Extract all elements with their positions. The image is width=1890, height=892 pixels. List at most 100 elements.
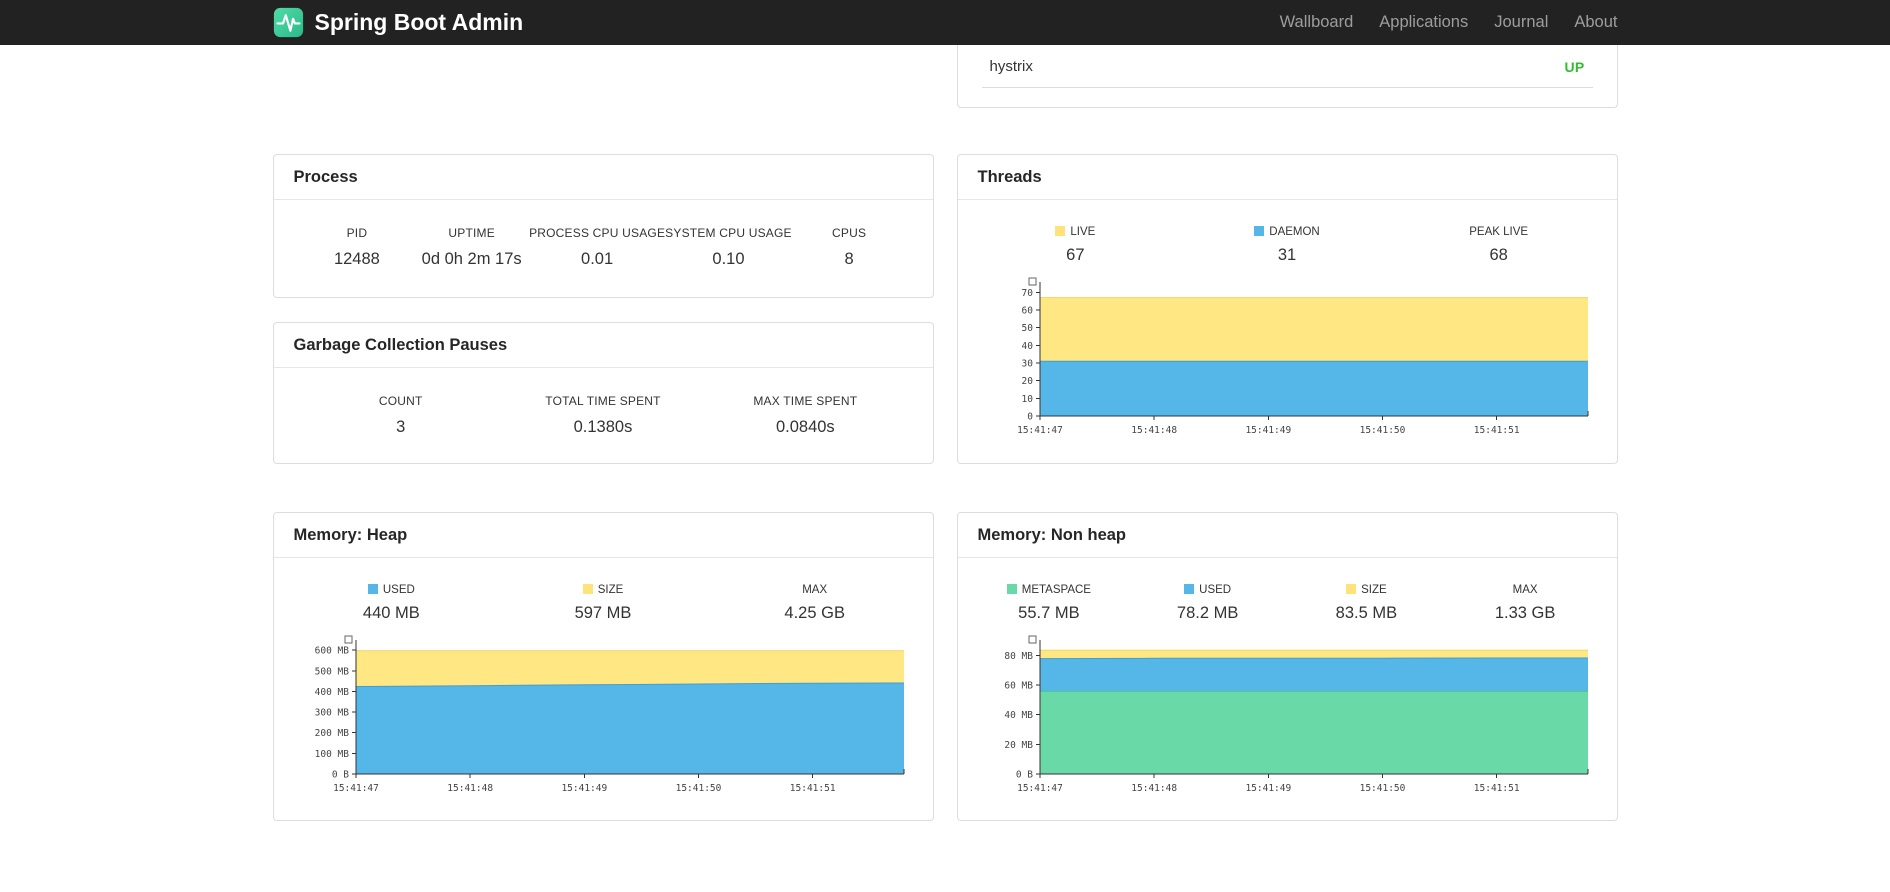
legend-label-text: MAX: [802, 584, 828, 596]
svg-text:20 MB: 20 MB: [1004, 740, 1033, 751]
legend-label-text: USED: [1199, 584, 1232, 596]
threads-chart: 0 10 20 30 40 50 60 70 15:41:47 15:41:48 15:41:49 1…: [958, 271, 1617, 450]
threads-panel-title: Threads: [957, 155, 1617, 200]
size-swatch-icon: [1346, 584, 1357, 594]
legend-item-max: MAX 1.33 GB: [1446, 584, 1605, 623]
svg-text:0: 0: [1027, 412, 1033, 423]
svg-text:20: 20: [1021, 376, 1033, 387]
right-column: hystrix UP Threads LIVE 67 DAEMON 31 PEA…: [956, 45, 1618, 821]
process-panel: Process PID 12488 UPTIME 0d 0h 2m 17s PR…: [272, 154, 934, 298]
legend-label-text: MAX: [1512, 584, 1538, 596]
application-name: hystrix: [989, 58, 1033, 75]
legend-item-live: LIVE 67: [970, 226, 1182, 265]
legend-item-daemon: DAEMON 31: [1181, 226, 1393, 265]
used-swatch-icon: [1184, 584, 1195, 594]
metric-gc-count: COUNT 3: [378, 394, 423, 436]
metric-cpus: CPUS 8: [832, 226, 867, 268]
legend-value: 597 MB: [574, 604, 632, 622]
svg-text:15:41:48: 15:41:48: [1131, 783, 1177, 794]
svg-text:15:41:51: 15:41:51: [1473, 425, 1519, 436]
legend-item-size: SIZE 83.5 MB: [1287, 584, 1446, 623]
legend-label-text: USED: [382, 584, 415, 596]
svg-text:15:41:48: 15:41:48: [447, 783, 493, 794]
heap-panel-title: Memory: Heap: [273, 513, 933, 558]
svg-text:15:41:50: 15:41:50: [675, 783, 721, 794]
metric-gc-total-time: TOTAL TIME SPENT 0.1380s: [545, 394, 661, 436]
legend-label-text: METASPACE: [1021, 584, 1091, 596]
process-metrics: PID 12488 UPTIME 0d 0h 2m 17s PROCESS CP…: [274, 200, 933, 269]
application-status-panel: hystrix UP: [956, 45, 1618, 108]
svg-text:15:41:48: 15:41:48: [1131, 425, 1177, 436]
nav-item-applications[interactable]: Applications: [1366, 13, 1481, 32]
threads-legend: LIVE 67 DAEMON 31 PEAK LIVE 68: [958, 200, 1617, 271]
metric-system-cpu-usage: SYSTEM CPU USAGE 0.10: [665, 226, 792, 268]
legend-item-used: USED 78.2 MB: [1128, 584, 1287, 623]
svg-text:15:41:47: 15:41:47: [1017, 783, 1063, 794]
metric-process-cpu-usage: PROCESS CPU USAGE 0.01: [529, 226, 666, 268]
memory-heap-panel: Memory: Heap USED 440 MB SIZE 597 MB MAX…: [272, 512, 934, 821]
legend-item-metaspace: METASPACE 55.7 MB: [970, 584, 1129, 623]
gc-metrics: COUNT 3 TOTAL TIME SPENT 0.1380s MAX TIM…: [274, 368, 933, 437]
svg-text:10: 10: [1021, 394, 1033, 405]
legend-value: 31: [1277, 246, 1297, 264]
svg-text:70: 70: [1021, 288, 1033, 299]
size-swatch-icon: [582, 584, 593, 594]
threads-panel: Threads LIVE 67 DAEMON 31 PEAK LIVE 68 0…: [956, 154, 1618, 464]
svg-text:400 MB: 400 MB: [314, 687, 349, 698]
legend-item-used: USED 440 MB: [286, 584, 498, 623]
svg-text:100 MB: 100 MB: [314, 749, 349, 760]
legend-value: 83.5 MB: [1335, 604, 1398, 622]
nonheap-area-chart: 0 B 20 MB 40 MB 60 MB 80 MB 15:41:47 15:41:48 1…: [1004, 635, 1588, 794]
svg-text:60: 60: [1021, 305, 1033, 316]
svg-text:15:41:47: 15:41:47: [1017, 425, 1063, 436]
metaspace-swatch-icon: [1006, 584, 1017, 594]
threads-area-chart: 0 10 20 30 40 50 60 70 15:41:47 15:41:48 15:41:49 1…: [1017, 277, 1588, 436]
legend-item-max: MAX 4.25 GB: [709, 584, 921, 623]
metric-pid: PID 12488: [333, 226, 380, 268]
svg-text:15:41:50: 15:41:50: [1359, 783, 1405, 794]
memory-nonheap-panel: Memory: Non heap METASPACE 55.7 MB USED …: [956, 512, 1618, 821]
nav-item-journal[interactable]: Journal: [1481, 13, 1561, 32]
legend-value: 55.7 MB: [1018, 604, 1080, 622]
legend-value: 440 MB: [362, 604, 420, 622]
legend-label-text: LIVE: [1070, 226, 1096, 238]
legend-label-text: SIZE: [597, 584, 624, 596]
heap-legend: USED 440 MB SIZE 597 MB MAX 4.25 GB: [274, 558, 933, 629]
brand[interactable]: Spring Boot Admin: [273, 7, 523, 38]
legend-label-text: SIZE: [1361, 584, 1387, 596]
spring-boot-admin-logo-icon: [273, 7, 303, 38]
svg-text:15:41:49: 15:41:49: [1245, 783, 1291, 794]
legend-value: 1.33 GB: [1494, 604, 1556, 622]
legend-item-peak-live: PEAK LIVE 68: [1393, 226, 1605, 265]
svg-text:0 B: 0 B: [1015, 770, 1032, 781]
svg-text:60 MB: 60 MB: [1004, 681, 1033, 692]
nonheap-panel-title: Memory: Non heap: [957, 513, 1617, 558]
metric-gc-max-time: MAX TIME SPENT 0.0840s: [753, 394, 858, 436]
gc-panel-title: Garbage Collection Pauses: [273, 323, 933, 368]
gc-pauses-panel: Garbage Collection Pauses COUNT 3 TOTAL …: [272, 322, 934, 464]
main-content: Process PID 12488 UPTIME 0d 0h 2m 17s PR…: [272, 45, 1618, 821]
svg-text:30: 30: [1021, 358, 1033, 369]
nav-item-wallboard[interactable]: Wallboard: [1267, 13, 1367, 32]
svg-text:15:41:49: 15:41:49: [1245, 425, 1291, 436]
legend-value: 67: [1066, 246, 1085, 264]
svg-text:50: 50: [1021, 323, 1033, 334]
process-panel-title: Process: [273, 155, 933, 200]
legend-label-text: DAEMON: [1269, 226, 1320, 238]
status-badge: UP: [1564, 58, 1585, 75]
legend-value: 4.25 GB: [784, 604, 845, 622]
heap-area-chart: 0 B 100 MB 200 MB 300 MB 400 MB 500 MB 600 MB 1…: [314, 635, 904, 794]
svg-text:0 B: 0 B: [331, 770, 348, 781]
svg-text:40: 40: [1021, 341, 1033, 352]
legend-value: 68: [1489, 246, 1508, 264]
nonheap-chart: 0 B 20 MB 40 MB 60 MB 80 MB 15:41:47 15:41:48 1…: [958, 629, 1617, 808]
svg-text:300 MB: 300 MB: [314, 708, 349, 719]
daemon-swatch-icon: [1254, 226, 1265, 236]
heap-chart: 0 B 100 MB 200 MB 300 MB 400 MB 500 MB 600 MB 1…: [274, 629, 933, 808]
application-row[interactable]: hystrix UP: [981, 45, 1593, 88]
legend-item-size: SIZE 597 MB: [497, 584, 709, 623]
left-column: Process PID 12488 UPTIME 0d 0h 2m 17s PR…: [272, 45, 934, 821]
nav-item-about[interactable]: About: [1561, 13, 1617, 32]
top-navbar: Spring Boot Admin Wallboard Applications…: [0, 0, 1890, 45]
svg-text:40 MB: 40 MB: [1004, 710, 1033, 721]
